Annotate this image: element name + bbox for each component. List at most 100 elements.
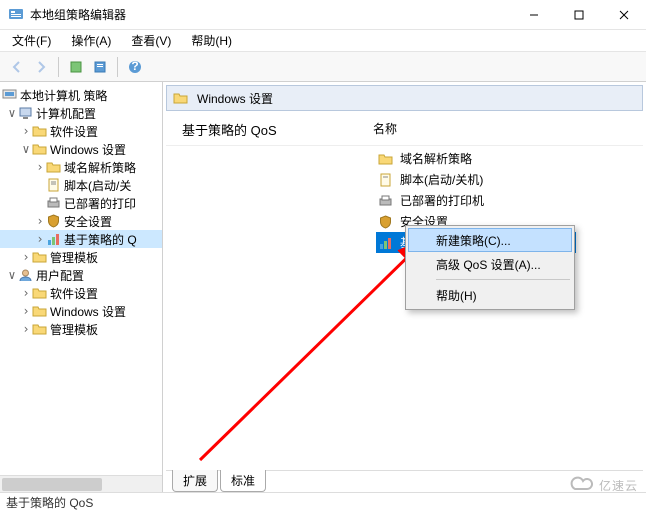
computer-icon	[18, 106, 33, 120]
close-button[interactable]	[601, 0, 646, 29]
folder-icon	[173, 91, 188, 105]
chart-icon	[46, 232, 61, 246]
expand-icon[interactable]: ›	[20, 304, 32, 318]
tree-label: 域名解析策略	[64, 159, 140, 176]
forward-button	[30, 56, 52, 78]
expand-icon[interactable]: ›	[20, 250, 32, 264]
menu-help[interactable]: 帮助(H)	[187, 30, 236, 51]
item-label: 已部署的打印机	[400, 192, 484, 209]
toolbar-action-icon[interactable]	[65, 56, 87, 78]
collapse-icon[interactable]: ∨	[6, 106, 18, 120]
menu-view[interactable]: 查看(V)	[127, 30, 175, 51]
policy-icon	[2, 88, 17, 102]
svg-text:?: ?	[131, 60, 138, 73]
tree-label: 基于策略的 Q	[64, 231, 141, 248]
item-label: 域名解析策略	[400, 150, 472, 167]
app-icon	[8, 7, 24, 23]
tree-windows-settings[interactable]: ∨ Windows 设置	[0, 140, 162, 158]
folder-icon	[32, 322, 47, 336]
breadcrumb-label: Windows 设置	[197, 90, 273, 107]
tree-software-settings[interactable]: › 软件设置	[0, 122, 162, 140]
menu-advanced-qos[interactable]: 高级 QoS 设置(A)...	[408, 252, 572, 276]
tree-user-windows[interactable]: › Windows 设置	[0, 302, 162, 320]
tree-pane: 本地计算机 策略 ∨ 计算机配置 › 软件设置 ∨ Windows 设置 › 域	[0, 82, 163, 492]
maximize-button[interactable]	[556, 0, 601, 29]
minimize-button[interactable]	[511, 0, 556, 29]
tab-standard[interactable]: 标准	[220, 470, 266, 492]
folder-icon	[32, 304, 47, 318]
tree-printers[interactable]: 已部署的打印	[0, 194, 162, 212]
watermark-text: 亿速云	[599, 477, 638, 494]
menu-new-policy[interactable]: 新建策略(C)...	[408, 228, 572, 252]
tree-label: 安全设置	[64, 213, 116, 230]
folder-icon	[32, 250, 47, 264]
horizontal-scrollbar[interactable]	[0, 475, 162, 492]
tree-dns-policy[interactable]: › 域名解析策略	[0, 158, 162, 176]
expand-icon[interactable]: ›	[20, 322, 32, 336]
tree-label: 软件设置	[50, 123, 102, 140]
expand-icon[interactable]: ›	[20, 286, 32, 300]
list-item-scripts[interactable]: 脚本(启动/关机)	[376, 169, 576, 190]
folder-icon	[32, 124, 47, 138]
breadcrumb[interactable]: Windows 设置	[166, 85, 643, 111]
window-title: 本地组策略编辑器	[30, 6, 511, 23]
tree-security[interactable]: › 安全设置	[0, 212, 162, 230]
properties-icon[interactable]	[89, 56, 111, 78]
list-item-printers[interactable]: 已部署的打印机	[376, 190, 576, 211]
tree-computer-config[interactable]: ∨ 计算机配置	[0, 104, 162, 122]
tree-root[interactable]: 本地计算机 策略	[0, 86, 162, 104]
toolbar: ?	[0, 52, 646, 82]
shield-icon	[46, 214, 61, 228]
tree-label: 计算机配置	[36, 105, 100, 122]
tree-user-software[interactable]: › 软件设置	[0, 284, 162, 302]
folder-icon	[32, 286, 47, 300]
user-icon	[18, 268, 33, 282]
titlebar: 本地组策略编辑器	[0, 0, 646, 30]
back-button	[6, 56, 28, 78]
expand-icon[interactable]: ›	[34, 232, 46, 246]
folder-icon	[378, 152, 393, 166]
tree-label: 本地计算机 策略	[20, 87, 111, 104]
scrollbar-thumb[interactable]	[2, 478, 102, 491]
watermark: 亿速云	[567, 475, 638, 495]
printer-icon	[378, 194, 393, 208]
tree-label: 用户配置	[36, 267, 88, 284]
expand-icon[interactable]: ›	[20, 124, 32, 138]
menubar: 文件(F) 操作(A) 查看(V) 帮助(H)	[0, 30, 646, 52]
expand-icon[interactable]: ›	[34, 160, 46, 174]
scroll-icon	[378, 173, 393, 187]
tree-label: Windows 设置	[50, 141, 130, 158]
menu-help[interactable]: 帮助(H)	[408, 283, 572, 307]
tree-scripts[interactable]: 脚本(启动/关	[0, 176, 162, 194]
tree-label: 脚本(启动/关	[64, 177, 135, 194]
tree-user-config[interactable]: ∨ 用户配置	[0, 266, 162, 284]
tree-label: Windows 设置	[50, 303, 130, 320]
expand-icon[interactable]: ›	[34, 214, 46, 228]
tree-label: 管理模板	[50, 249, 102, 266]
folder-icon	[46, 160, 61, 174]
tree-qos[interactable]: › 基于策略的 Q	[0, 230, 162, 248]
menu-separator	[436, 279, 570, 280]
menu-action[interactable]: 操作(A)	[67, 30, 115, 51]
section-header: 基于策略的 QoS	[166, 114, 643, 146]
menu-file[interactable]: 文件(F)	[8, 30, 55, 51]
tree-label: 已部署的打印	[64, 195, 140, 212]
statusbar: 基于策略的 QoS	[0, 492, 646, 512]
tab-extended[interactable]: 扩展	[172, 470, 218, 492]
help-icon[interactable]: ?	[124, 56, 146, 78]
chart-icon	[378, 236, 393, 250]
list-item-dns[interactable]: 域名解析策略	[376, 148, 576, 169]
context-menu: 新建策略(C)... 高级 QoS 设置(A)... 帮助(H)	[405, 225, 575, 310]
tree-user-templates[interactable]: › 管理模板	[0, 320, 162, 338]
folder-icon	[32, 142, 47, 156]
collapse-icon[interactable]: ∨	[6, 268, 18, 282]
status-text: 基于策略的 QoS	[6, 494, 93, 511]
tree-label: 软件设置	[50, 285, 102, 302]
tree-label: 管理模板	[50, 321, 102, 338]
item-label: 脚本(启动/关机)	[400, 171, 483, 188]
column-header-name[interactable]: 名称	[373, 120, 397, 137]
tree[interactable]: 本地计算机 策略 ∨ 计算机配置 › 软件设置 ∨ Windows 设置 › 域	[0, 82, 162, 475]
collapse-icon[interactable]: ∨	[20, 142, 32, 156]
shield-icon	[378, 215, 393, 229]
tree-admin-templates[interactable]: › 管理模板	[0, 248, 162, 266]
